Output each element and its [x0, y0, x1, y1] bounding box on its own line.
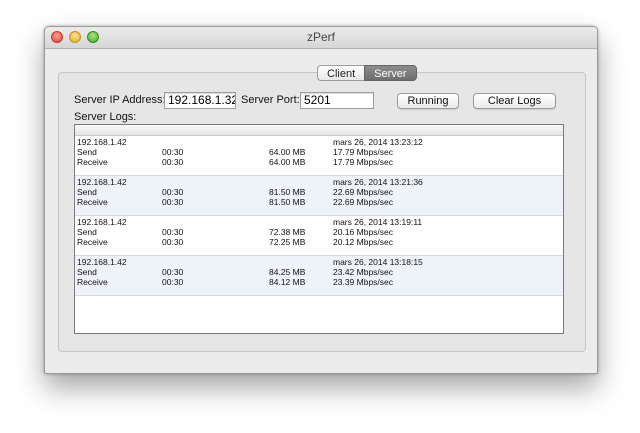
server-ip-label: Server IP Address:: [74, 94, 166, 106]
log-ip: 192.168.1.42: [77, 257, 127, 267]
server-logs-label: Server Logs:: [74, 111, 137, 123]
log-entry[interactable]: 192.168.1.42 mars 26, 2014 13:21:36 Send…: [75, 176, 563, 216]
log-receive-label: Receive: [77, 237, 108, 247]
log-send-size: 72.38 MB: [269, 227, 306, 237]
clear-logs-button[interactable]: Clear Logs: [473, 93, 556, 109]
log-send-size: 84.25 MB: [269, 267, 306, 277]
log-send-label: Send: [77, 227, 97, 237]
log-send-rate: 20.16 Mbps/sec: [333, 227, 394, 237]
log-send-rate: 23.42 Mbps/sec: [333, 267, 394, 277]
title-bar[interactable]: zPerf: [45, 27, 597, 49]
log-date: mars 26, 2014 13:19:11: [333, 217, 423, 227]
log-receive-label: Receive: [77, 157, 108, 167]
log-receive-rate: 23.39 Mbps/sec: [333, 277, 394, 287]
log-receive-time: 00:30: [162, 237, 184, 247]
server-port-label: Server Port:: [241, 94, 300, 106]
server-port-field[interactable]: 5201: [300, 92, 374, 109]
log-send-label: Send: [77, 147, 97, 157]
log-receive-time: 00:30: [162, 197, 184, 207]
log-receive-label: Receive: [77, 197, 108, 207]
log-receive-label: Receive: [77, 277, 108, 287]
log-send-size: 81.50 MB: [269, 187, 306, 197]
log-date: mars 26, 2014 13:21:36: [333, 177, 423, 187]
server-logs-list[interactable]: 192.168.1.42 mars 26, 2014 13:23:12 Send…: [74, 124, 564, 334]
log-send-label: Send: [77, 187, 97, 197]
running-button[interactable]: Running: [397, 93, 459, 109]
log-send-label: Send: [77, 267, 97, 277]
log-ip: 192.168.1.42: [77, 137, 127, 147]
log-send-time: 00:30: [162, 187, 184, 197]
log-receive-size: 84.12 MB: [269, 277, 306, 287]
mode-tabs: Client Server: [317, 65, 417, 81]
server-ip-field[interactable]: 192.168.1.32: [164, 92, 236, 109]
log-entry[interactable]: 192.168.1.42 mars 26, 2014 13:23:12 Send…: [75, 136, 563, 176]
app-window: zPerf Client Server Server IP Address: 1…: [44, 26, 598, 374]
log-ip: 192.168.1.42: [77, 177, 127, 187]
log-send-time: 00:30: [162, 227, 184, 237]
log-receive-size: 72.25 MB: [269, 237, 306, 247]
log-send-time: 00:30: [162, 267, 184, 277]
log-send-rate: 22.69 Mbps/sec: [333, 187, 394, 197]
tab-server[interactable]: Server: [364, 65, 417, 81]
log-send-size: 64.00 MB: [269, 147, 306, 157]
window-title: zPerf: [306, 30, 335, 44]
tab-client[interactable]: Client: [317, 65, 365, 81]
logs-header: [75, 125, 563, 136]
log-receive-size: 64.00 MB: [269, 157, 306, 167]
log-date: mars 26, 2014 13:23:12: [333, 137, 423, 147]
log-receive-time: 00:30: [162, 157, 184, 167]
log-send-rate: 17.79 Mbps/sec: [333, 147, 394, 157]
log-receive-rate: 17.79 Mbps/sec: [333, 157, 394, 167]
log-receive-rate: 20.12 Mbps/sec: [333, 237, 394, 247]
log-entry[interactable]: 192.168.1.42 mars 26, 2014 13:19:11 Send…: [75, 216, 563, 256]
log-ip: 192.168.1.42: [77, 217, 127, 227]
log-receive-rate: 22.69 Mbps/sec: [333, 197, 394, 207]
log-receive-size: 81.50 MB: [269, 197, 306, 207]
log-receive-time: 00:30: [162, 277, 184, 287]
log-send-time: 00:30: [162, 147, 184, 157]
log-date: mars 26, 2014 13:18:15: [333, 257, 423, 267]
log-entry[interactable]: 192.168.1.42 mars 26, 2014 13:18:15 Send…: [75, 256, 563, 296]
